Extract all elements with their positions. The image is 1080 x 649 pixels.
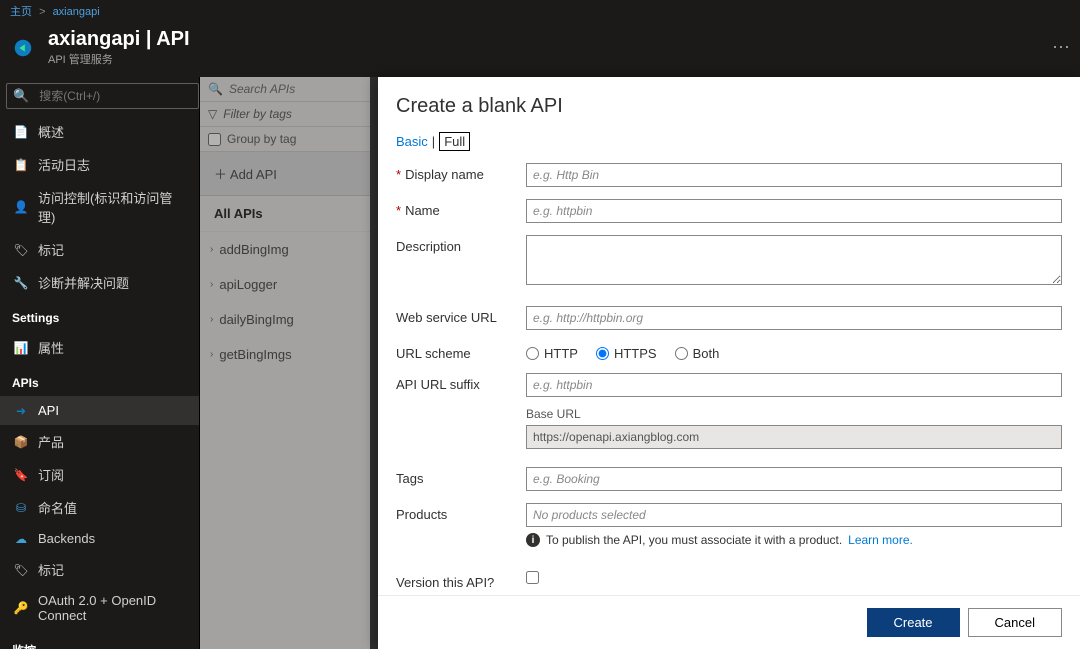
label-display-name: Display name [405,167,484,182]
iam-icon: 👤 [14,200,28,214]
name-input[interactable] [526,199,1062,223]
label-products: Products [396,507,447,522]
breadcrumb-sep: > [39,6,45,18]
label-api-url-suffix: API URL suffix [396,377,480,392]
radio-https[interactable]: HTTPS [596,346,657,361]
nav-label: 活动日志 [38,155,90,174]
breadcrumb-home[interactable]: 主页 [10,6,32,18]
tag-icon: 🏷 [14,563,28,577]
nav-label: API [38,403,59,418]
tag-icon: 🏷 [14,243,28,257]
tab-full[interactable]: Full [439,132,470,151]
settings-heading: Settings [0,299,199,331]
radio-http-input[interactable] [526,347,539,360]
radio-http[interactable]: HTTP [526,346,578,361]
label-web-service-url: Web service URL [396,310,497,325]
nav-backends[interactable]: ☁ Backends [0,524,199,553]
api-icon: ➜ [14,404,28,418]
page-title: axiangapi | API [48,28,1040,51]
nav-named-values[interactable]: ⛁ 命名值 [0,491,199,524]
sidebar: 🔍 « 📄概述 📋活动日志 👤访问控制(标识和访问管理) 🏷标记 🔧诊断并解决问… [0,77,200,649]
url-scheme-radio-group: HTTP HTTPS Both [526,342,1062,361]
nav-activity-log[interactable]: 📋 活动日志 [0,148,199,181]
create-api-blade: Create a blank API Basic | Full * Display… [378,77,1080,649]
nav-label: 标记 [38,240,64,259]
radio-both-input[interactable] [675,347,688,360]
radio-label: HTTP [544,346,578,361]
info-icon: i [526,533,540,547]
radio-https-input[interactable] [596,347,609,360]
blade-title: Create a blank API [378,77,1080,124]
nav-oauth[interactable]: 🔑 OAuth 2.0 + OpenID Connect [0,586,199,630]
page-subtitle: API 管理服务 [48,51,1040,67]
radio-both[interactable]: Both [675,346,720,361]
label-version-api: Version this API? [396,575,494,590]
nav-subscriptions[interactable]: 🔖 订阅 [0,458,199,491]
label-name: Name [405,203,440,218]
page-header: axiangapi | API API 管理服务 ⋯ [0,22,1080,77]
nav-label: OAuth 2.0 + OpenID Connect [38,593,185,623]
products-icon: 📦 [14,435,28,449]
products-info: i To publish the API, you must associate… [526,533,1062,547]
tab-basic[interactable]: Basic [396,134,428,149]
key-icon: 🔑 [14,601,28,615]
nav-label: Backends [38,531,95,546]
apim-service-icon [10,35,36,61]
nav-label: 访问控制(标识和访问管理) [38,188,185,226]
radio-label: HTTPS [614,346,657,361]
nav-label: 诊断并解决问题 [38,273,129,292]
description-input[interactable] [526,235,1062,285]
version-api-checkbox[interactable] [526,571,539,584]
nav-properties[interactable]: 📊 属性 [0,331,199,364]
nav-label: 命名值 [38,498,77,517]
learn-more-link[interactable]: Learn more. [848,533,913,547]
create-button[interactable]: Create [867,608,960,637]
breadcrumb: 主页 > axiangapi [0,0,1080,22]
nav-label: 标记 [38,560,64,579]
subscription-icon: 🔖 [14,468,28,482]
nav-tags[interactable]: 🏷 标记 [0,233,199,266]
label-description: Description [396,239,461,254]
overview-icon: 📄 [14,125,28,139]
nav-label: 产品 [38,432,64,451]
nav-api[interactable]: ➜ API [0,396,199,425]
products-select[interactable]: No products selected [526,503,1062,527]
radio-label: Both [693,346,720,361]
nav-overview[interactable]: 📄 概述 [0,115,199,148]
nav-label: 属性 [38,338,64,357]
display-name-input[interactable] [526,163,1062,187]
properties-icon: 📊 [14,341,28,355]
label-base-url: Base URL [526,407,1062,421]
activity-icon: 📋 [14,158,28,172]
api-url-suffix-input[interactable] [526,373,1062,397]
named-values-icon: ⛁ [14,501,28,515]
required-asterisk: * [396,203,401,218]
nav-tags-apis[interactable]: 🏷 标记 [0,553,199,586]
search-icon: 🔍 [7,84,35,108]
wrench-icon: 🔧 [14,276,28,290]
base-url-readonly: https://openapi.axiangblog.com [526,425,1062,449]
blade-tabs: Basic | Full [378,124,1080,163]
web-service-url-input[interactable] [526,306,1062,330]
nav-products[interactable]: 📦 产品 [0,425,199,458]
monitor-heading: 监控 [0,630,199,649]
breadcrumb-current[interactable]: axiangapi [53,6,100,18]
cancel-button[interactable]: Cancel [968,608,1062,637]
info-text: To publish the API, you must associate i… [546,533,842,547]
backends-icon: ☁ [14,532,28,546]
nav-label: 概述 [38,122,64,141]
label-tags: Tags [396,471,423,486]
sidebar-search-input[interactable] [35,85,198,107]
apis-heading: APIs [0,364,199,396]
nav-diagnose[interactable]: 🔧 诊断并解决问题 [0,266,199,299]
tab-separator: | [432,134,435,149]
more-actions-button[interactable]: ⋯ [1052,37,1070,58]
nav-label: 订阅 [38,465,64,484]
sidebar-search[interactable]: 🔍 [6,83,199,109]
nav-access-control[interactable]: 👤 访问控制(标识和访问管理) [0,181,199,233]
required-asterisk: * [396,167,401,182]
label-url-scheme: URL scheme [396,346,471,361]
tags-input[interactable] [526,467,1062,491]
blade-footer: Create Cancel [378,595,1080,649]
